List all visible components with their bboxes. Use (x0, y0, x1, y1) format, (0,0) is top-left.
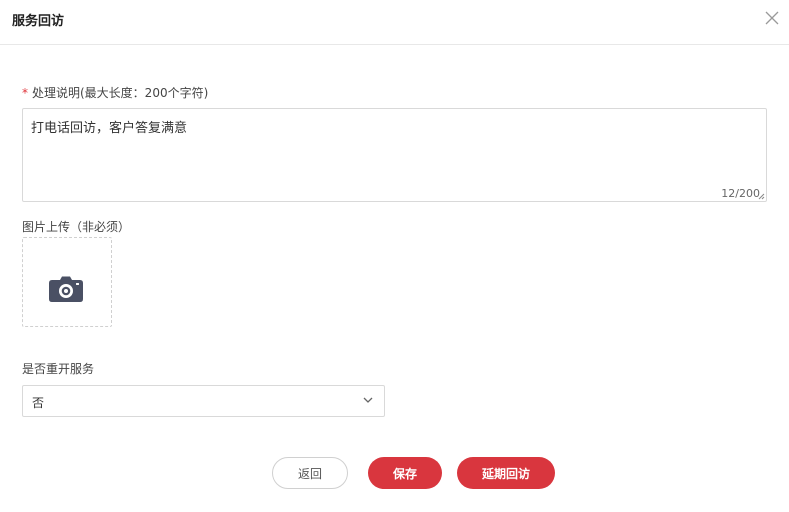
resize-handle-icon[interactable] (758, 193, 765, 200)
required-mark: * (22, 86, 28, 100)
delay-visit-button[interactable]: 延期回访 (457, 457, 555, 489)
description-label: 处理说明(最大长度：200个字符) (32, 86, 209, 100)
char-counter: 12/200 (721, 187, 760, 200)
chevron-down-icon (363, 397, 373, 403)
description-textarea[interactable]: 打电话回访，客户答复满意 12/200 (22, 108, 767, 202)
image-upload-box[interactable] (22, 237, 112, 327)
reopen-label: 是否重开服务 (22, 362, 95, 376)
image-upload-label: 图片上传（非必须） (22, 220, 131, 234)
reopen-select[interactable]: 否 (22, 385, 385, 417)
reopen-selected-value: 否 (32, 396, 45, 410)
dialog-header: 服务回访 (0, 0, 789, 45)
camera-icon (49, 276, 83, 302)
save-button[interactable]: 保存 (368, 457, 442, 489)
description-value[interactable]: 打电话回访，客户答复满意 (31, 117, 187, 136)
close-icon[interactable] (764, 10, 780, 26)
dialog-title: 服务回访 (12, 14, 65, 29)
back-button[interactable]: 返回 (272, 457, 348, 489)
description-label-row: * 处理说明(最大长度：200个字符) (22, 84, 208, 101)
